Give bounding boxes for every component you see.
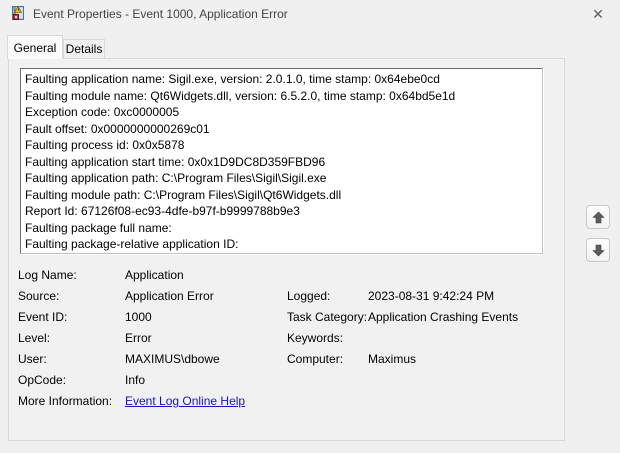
tab-details-label: Details: [66, 42, 103, 56]
opcode-value: Info: [125, 373, 287, 387]
source-label: Source:: [18, 289, 125, 303]
user-value: MAXIMUS\dbowe: [125, 352, 287, 366]
log-name-label: Log Name:: [18, 268, 125, 282]
close-button[interactable]: ✕: [582, 2, 614, 26]
up-arrow-icon: [592, 211, 605, 224]
keywords-label: Keywords:: [287, 331, 368, 345]
user-label: User:: [18, 352, 125, 366]
window-title: Event Properties - Event 1000, Applicati…: [33, 7, 288, 21]
event-log-online-help-link[interactable]: Event Log Online Help: [125, 394, 245, 408]
event-id-value: 1000: [125, 310, 287, 324]
close-icon: ✕: [592, 6, 604, 23]
logged-label: Logged:: [287, 289, 368, 303]
event-viewer-event-icon: [10, 5, 26, 21]
level-value: Error: [125, 331, 287, 345]
description-line: Faulting application path: C:\Program Fi…: [25, 170, 538, 187]
task-category-value: Application Crashing Events: [368, 310, 558, 324]
description-line: Faulting application name: Sigil.exe, ve…: [25, 71, 538, 88]
tab-details[interactable]: Details: [63, 39, 105, 58]
task-category-label: Task Category:: [287, 310, 368, 324]
event-fields: Log Name: Application Source: Applicatio…: [18, 268, 558, 415]
description-line: Faulting process id: 0x0x5878: [25, 137, 538, 154]
description-line: Report Id: 67126f08-ec93-4dfe-b97f-b9999…: [25, 203, 538, 220]
log-name-value: Application: [125, 268, 287, 282]
field-row-log-name: Log Name: Application: [18, 268, 558, 289]
description-line: Fault offset: 0x0000000000269c01: [25, 121, 538, 138]
field-row-opcode: OpCode: Info: [18, 373, 558, 394]
description-line: Faulting application start time: 0x0x1D9…: [25, 154, 538, 171]
description-line: Faulting package-relative application ID…: [25, 236, 538, 253]
description-line: Faulting module name: Qt6Widgets.dll, ve…: [25, 88, 538, 105]
more-information-label: More Information:: [18, 394, 125, 408]
field-row-level: Level: Error Keywords:: [18, 331, 558, 352]
previous-event-button[interactable]: [586, 205, 610, 229]
event-description-box[interactable]: Faulting application name: Sigil.exe, ve…: [20, 68, 543, 254]
field-row-source: Source: Application Error Logged: 2023-0…: [18, 289, 558, 310]
level-label: Level:: [18, 331, 125, 345]
logged-value: 2023-08-31 9:42:24 PM: [368, 289, 558, 303]
computer-value: Maximus: [368, 352, 558, 366]
description-line: Exception code: 0xc0000005: [25, 104, 538, 121]
title-bar: Event Properties - Event 1000, Applicati…: [0, 0, 620, 29]
field-row-more-information: More Information: Event Log Online Help: [18, 394, 558, 415]
opcode-label: OpCode:: [18, 373, 125, 387]
event-id-label: Event ID:: [18, 310, 125, 324]
event-properties-dialog: Event Properties - Event 1000, Applicati…: [0, 0, 620, 453]
field-row-user: User: MAXIMUS\dbowe Computer: Maximus: [18, 352, 558, 373]
next-event-button[interactable]: [586, 238, 610, 262]
tab-general[interactable]: General: [7, 35, 63, 59]
description-line: Faulting package full name:: [25, 220, 538, 237]
source-value: Application Error: [125, 289, 287, 303]
description-line: Faulting module path: C:\Program Files\S…: [25, 187, 538, 204]
down-arrow-icon: [592, 244, 605, 257]
field-row-event-id: Event ID: 1000 Task Category: Applicatio…: [18, 310, 558, 331]
computer-label: Computer:: [287, 352, 368, 366]
tab-general-label: General: [14, 41, 57, 55]
